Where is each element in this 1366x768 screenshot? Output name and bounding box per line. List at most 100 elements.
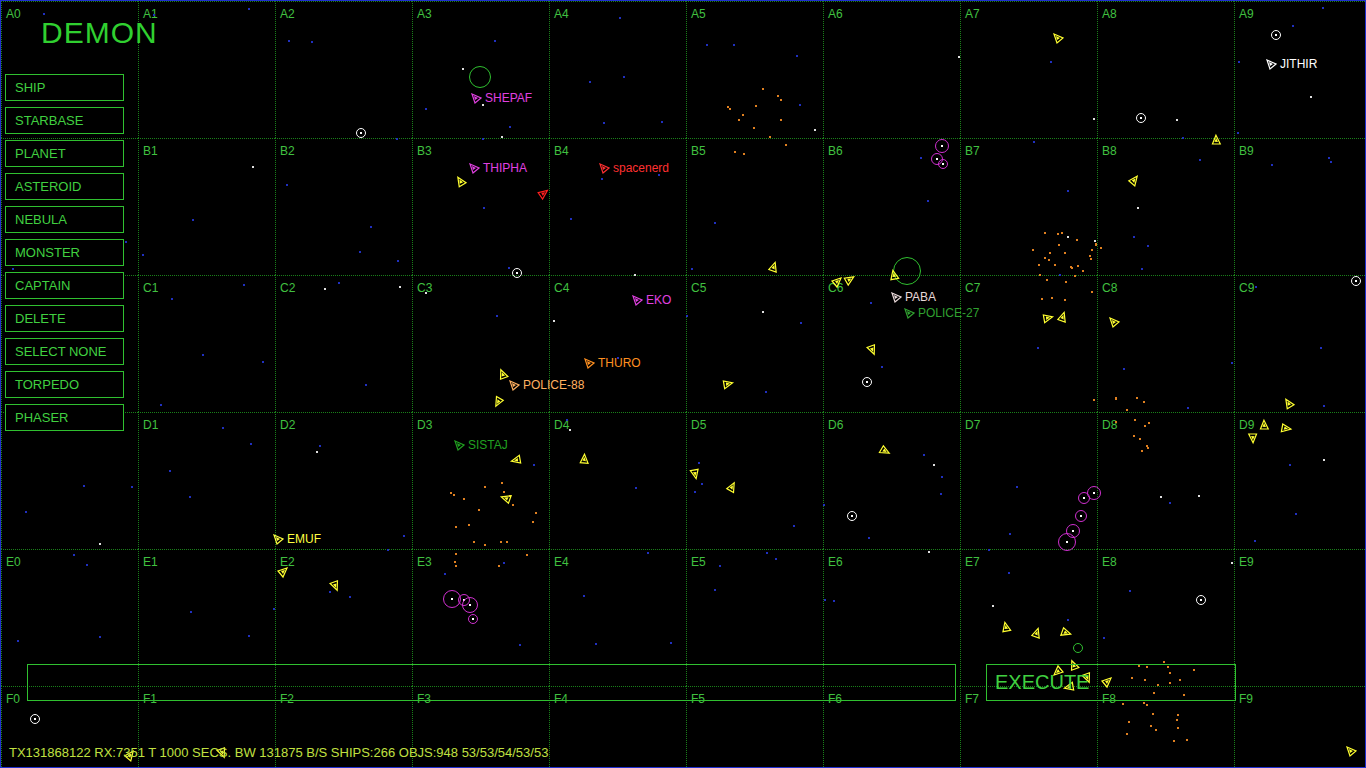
menu-button[interactable]: CAPTAIN [5,272,124,299]
menu-button[interactable]: STARBASE [5,107,124,134]
monster-icon[interactable] [935,139,949,153]
ship-marker-icon[interactable] [687,465,702,480]
menu-button[interactable]: TORPEDO [5,371,124,398]
planet-icon[interactable] [1351,276,1361,286]
ship-marker-icon[interactable] [577,453,593,469]
ship-marker-icon[interactable] [864,341,878,355]
star-dot [1147,245,1149,247]
menu-button[interactable]: MONSTER [5,239,124,266]
monster-icon[interactable] [938,159,948,169]
ship[interactable]: THURO [584,356,641,370]
star-dot [1033,141,1035,143]
ship-marker-icon[interactable] [831,277,842,288]
star-dot [706,44,708,46]
asteroid-dot [99,543,101,545]
ship-marker-icon[interactable] [719,377,734,392]
ship-name: spacenerd [613,161,669,175]
star-dot [171,298,173,300]
ship-marker-icon[interactable] [1101,677,1112,688]
ship[interactable]: JITHIR [1266,57,1317,71]
ship-marker-icon[interactable] [1127,175,1140,188]
space-map[interactable]: A0A1A2A3A4A5A6A7A8A9B1B2B3B4B5B6B7B8B9C1… [1,1,1365,767]
ship-marker-icon[interactable] [1109,317,1120,328]
starbase-icon[interactable] [1073,643,1083,653]
planet-icon[interactable] [512,268,522,278]
monster-icon[interactable] [1078,492,1090,504]
ship-marker-icon[interactable] [1346,746,1357,757]
planet-icon[interactable] [30,714,40,724]
planet-icon[interactable] [847,511,857,521]
monster-icon[interactable] [462,597,478,613]
ship-marker-icon[interactable] [842,274,855,287]
star-dot [1133,236,1135,238]
sector-label: A7 [965,7,980,21]
star-dot [329,591,331,593]
ship-marker-icon[interactable] [1209,134,1224,149]
ship-marker-icon[interactable] [510,452,525,467]
planet-icon[interactable] [356,128,366,138]
asteroid-dot [399,286,401,288]
monster-icon[interactable] [468,614,478,624]
ship[interactable]: spacenerd [599,161,669,175]
ship-marker-icon[interactable] [999,621,1014,636]
ship[interactable]: THIPHA [469,161,527,175]
ship[interactable]: SISTAJ [454,438,508,452]
nebula-dot [532,521,534,523]
ship-marker-icon[interactable] [1057,625,1072,640]
star-dot [248,635,250,637]
menu-button[interactable]: ASTEROID [5,173,124,200]
sector-label: F8 [1102,692,1116,706]
planet-icon[interactable] [862,377,872,387]
ship-marker-icon[interactable] [1029,627,1044,642]
menu-button[interactable]: NEBULA [5,206,124,233]
ship[interactable]: EMUF [273,532,321,546]
star-dot [1295,513,1297,515]
ship-marker-icon[interactable] [1257,419,1272,434]
starbase-icon[interactable] [469,66,491,88]
nebula-dot [1144,679,1146,681]
monster-icon[interactable] [1075,510,1087,522]
ship-marker-icon[interactable] [496,368,510,382]
ship-marker-icon[interactable] [876,443,890,457]
ship-marker-icon[interactable] [724,481,738,495]
ship-marker-icon[interactable] [1283,398,1296,411]
ship-marker-icon[interactable] [1055,311,1070,326]
execute-button[interactable]: EXECUTE [986,664,1236,701]
ship-marker-icon[interactable] [491,393,505,407]
ship-marker-icon[interactable] [766,261,781,276]
planet-icon[interactable] [1196,595,1206,605]
nebula-dot [463,498,465,500]
ship-marker-icon[interactable] [1039,311,1054,326]
planet-icon[interactable] [1136,113,1146,123]
starbase-icon[interactable] [893,257,921,285]
monster-icon[interactable] [1066,524,1080,538]
ship-marker-icon[interactable] [887,269,902,284]
planet-icon[interactable] [1271,30,1281,40]
ship-marker-icon[interactable] [1053,33,1064,44]
star-dot [1169,502,1171,504]
monster-icon[interactable] [1058,533,1076,551]
ship[interactable]: POLICE-88 [509,378,584,392]
ship[interactable]: PABA [891,290,936,304]
menu-button[interactable]: SELECT NONE [5,338,124,365]
ship[interactable]: SHEPAF [471,91,532,105]
star-dot [153,14,155,16]
menu-button[interactable]: DELETE [5,305,124,332]
command-input[interactable] [27,664,956,701]
star-dot [12,268,14,270]
sector-label: D5 [691,418,706,432]
menu-button[interactable]: PHASER [5,404,124,431]
ship-marker-icon[interactable] [277,567,288,578]
ship[interactable]: POLICE-27 [904,306,979,320]
menu-button[interactable]: PLANET [5,140,124,167]
star-dot [83,485,85,487]
ship-marker-icon[interactable] [327,577,341,591]
ship-marker-icon[interactable] [537,189,549,201]
nebula-dot [1146,666,1148,668]
ship[interactable]: EKO [632,293,671,307]
menu-button[interactable]: SHIP [5,74,124,101]
ship-icon [471,93,482,104]
ship-marker-icon[interactable] [1277,421,1292,436]
ship-marker-icon[interactable] [455,176,468,189]
star-dot [775,558,777,560]
